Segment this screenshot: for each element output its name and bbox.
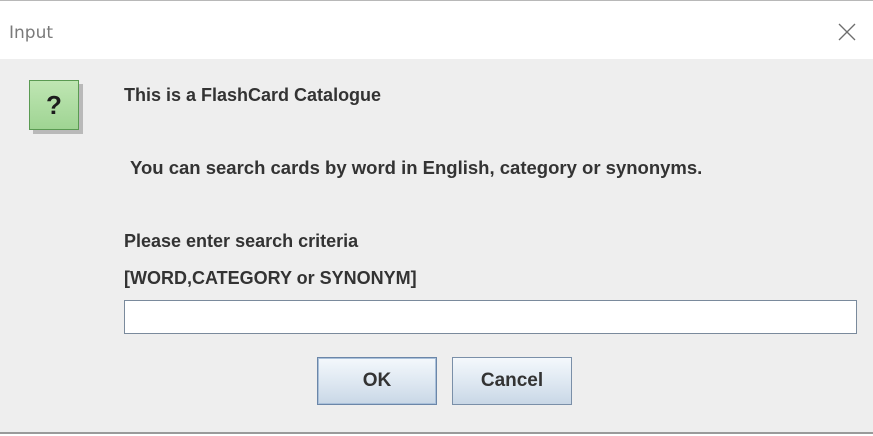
close-icon	[838, 23, 856, 41]
ok-button[interactable]: OK	[317, 357, 437, 405]
title-bar[interactable]: Input	[0, 5, 873, 59]
message-title: This is a FlashCard Catalogue	[124, 85, 382, 105]
message-criteria: [WORD,CATEGORY or SYNONYM]	[124, 268, 417, 288]
message-description: You can search cards by word in English,…	[130, 157, 703, 178]
dialog-content: ? This is a FlashCard Catalogue You can …	[0, 59, 873, 432]
input-dialog: Input ? This is a FlashCard Catalogue Yo…	[0, 0, 873, 436]
question-icon: ?	[29, 80, 79, 130]
window-bottom-border	[0, 432, 873, 436]
message-prompt: Please enter search criteria	[124, 231, 359, 251]
search-criteria-input[interactable]	[124, 300, 857, 334]
cancel-button[interactable]: Cancel	[452, 357, 572, 405]
close-button[interactable]	[821, 5, 873, 59]
window-title: Input	[9, 23, 54, 43]
